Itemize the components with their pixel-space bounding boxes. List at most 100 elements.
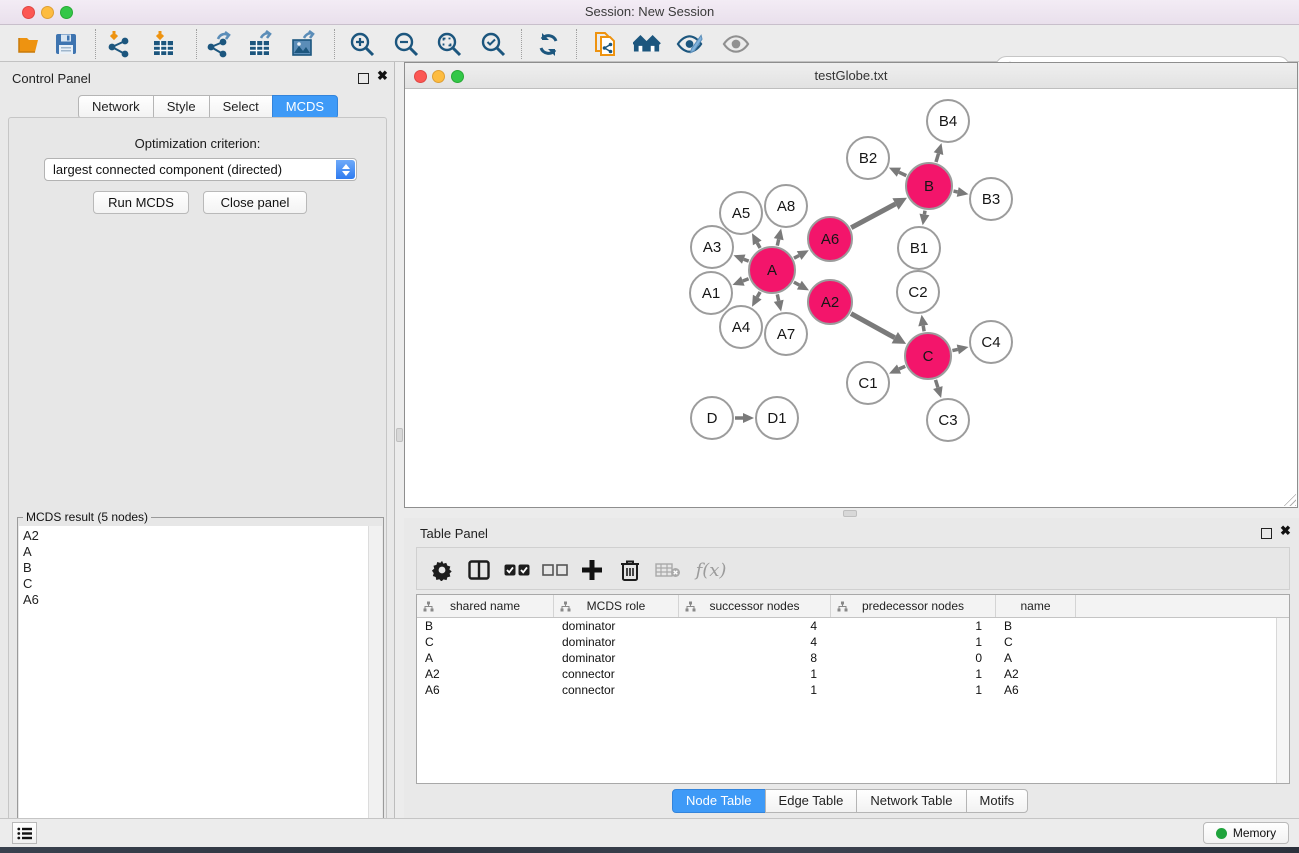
edge-A-A2[interactable] xyxy=(794,282,800,285)
column-header-shared-name[interactable]: shared name xyxy=(417,595,554,617)
tab-network[interactable]: Network xyxy=(78,95,154,119)
edge-A-A3[interactable] xyxy=(744,259,749,261)
network-canvas[interactable]: B4B2BB3A8A5A6B1A3AA1C2A2A4A7C4CC1C3DD1 xyxy=(405,89,1297,507)
refresh-icon[interactable] xyxy=(534,30,562,58)
tab-motifs[interactable]: Motifs xyxy=(966,789,1029,813)
run-mcds-button[interactable]: Run MCDS xyxy=(93,191,189,214)
table-row[interactable]: A6connector11A6 xyxy=(417,682,1289,698)
control-panel-title: Control Panel xyxy=(12,71,91,86)
edge-B-B3[interactable] xyxy=(954,191,958,192)
edge-B-B2[interactable] xyxy=(899,172,906,175)
add-column-icon[interactable] xyxy=(577,555,607,585)
delete-table-icon[interactable] xyxy=(653,555,683,585)
node-label-C1: C1 xyxy=(858,375,877,392)
float-panel-icon[interactable] xyxy=(358,73,369,84)
tab-node-table[interactable]: Node Table xyxy=(672,789,766,813)
edge-C-C4[interactable] xyxy=(952,349,957,350)
edge-arrowhead-icon xyxy=(733,276,745,285)
table-row[interactable]: Cdominator41C xyxy=(417,634,1289,650)
close-table-panel-icon[interactable]: ✖ xyxy=(1280,524,1291,538)
table-header-row: shared nameMCDS rolesuccessor nodesprede… xyxy=(417,595,1289,618)
zoom-in-icon[interactable] xyxy=(348,30,376,58)
edge-B-B1[interactable] xyxy=(924,211,925,215)
node-label-C4: C4 xyxy=(981,334,1000,351)
column-type-icon xyxy=(560,601,571,612)
show-panel-eye-icon[interactable] xyxy=(722,30,750,58)
column-header-name[interactable]: name xyxy=(996,595,1076,617)
open-session-icon[interactable] xyxy=(16,30,44,58)
edge-A6-B[interactable] xyxy=(851,204,895,228)
vertical-splitter-grip[interactable] xyxy=(396,428,403,442)
column-header-predecessor-nodes[interactable]: predecessor nodes xyxy=(831,595,996,617)
close-panel-button[interactable]: Close panel xyxy=(203,191,307,214)
edge-A-A8[interactable] xyxy=(777,239,778,245)
deselect-all-columns-icon[interactable] xyxy=(540,555,570,585)
hide-panel-eye-pen-icon[interactable] xyxy=(676,30,704,58)
network-from-document-icon[interactable] xyxy=(592,30,620,58)
mcds-result-title: MCDS result (5 nodes) xyxy=(23,510,151,524)
edge-C-C1[interactable] xyxy=(899,366,905,369)
edge-B-B4[interactable] xyxy=(936,154,939,162)
export-image-icon[interactable] xyxy=(290,30,318,58)
network-window-titlebar[interactable]: testGlobe.txt xyxy=(405,63,1297,89)
optimization-criterion-label: Optimization criterion: xyxy=(9,136,386,151)
table-row[interactable]: Bdominator41B xyxy=(417,618,1289,634)
mcds-result-item[interactable]: A xyxy=(23,544,382,560)
split-panel-icon[interactable] xyxy=(464,555,494,585)
network-view-window: testGlobe.txt B4B2BB3A8A5A6B1A3AA1C2A2A4… xyxy=(404,62,1298,508)
mcds-result-list[interactable]: A2ABCA6 xyxy=(19,526,382,853)
tab-style[interactable]: Style xyxy=(153,95,210,119)
edge-C-C3[interactable] xyxy=(936,380,938,388)
table-cell: 1 xyxy=(831,635,996,649)
table-tabs: Node TableEdge TableNetwork TableMotifs xyxy=(672,789,1028,813)
tab-edge-table[interactable]: Edge Table xyxy=(765,789,858,813)
zoom-fit-icon[interactable] xyxy=(435,30,463,58)
column-header-MCDS-role[interactable]: MCDS role xyxy=(554,595,679,617)
zoom-selected-icon[interactable] xyxy=(479,30,507,58)
horizontal-splitter-grip[interactable] xyxy=(843,510,857,517)
edge-A-A7[interactable] xyxy=(777,294,778,300)
export-table-icon[interactable] xyxy=(247,30,275,58)
save-session-icon[interactable] xyxy=(52,30,80,58)
mcds-result-scrollbar[interactable] xyxy=(368,526,382,853)
function-builder-icon[interactable]: f(x) xyxy=(689,555,733,585)
column-header-successor-nodes[interactable]: successor nodes xyxy=(679,595,831,617)
table-row[interactable]: Adominator80A xyxy=(417,650,1289,666)
float-table-panel-icon[interactable] xyxy=(1261,528,1272,539)
tab-network-table[interactable]: Network Table xyxy=(856,789,966,813)
mcds-result-item[interactable]: A2 xyxy=(23,528,382,544)
select-all-columns-icon[interactable] xyxy=(502,555,532,585)
table-settings-gear-icon[interactable] xyxy=(427,555,457,585)
node-label-C2: C2 xyxy=(908,284,927,301)
edge-A-A6[interactable] xyxy=(794,256,799,259)
node-label-A3: A3 xyxy=(703,239,721,256)
import-network-icon[interactable] xyxy=(106,30,134,58)
zoom-out-icon[interactable] xyxy=(392,30,420,58)
table-scrollbar[interactable] xyxy=(1276,618,1289,783)
home-layout-icon[interactable] xyxy=(633,30,661,58)
memory-button[interactable]: Memory xyxy=(1203,822,1289,844)
table-cell: 1 xyxy=(679,667,831,681)
criterion-dropdown[interactable]: largest connected component (directed) xyxy=(44,158,357,181)
export-network-icon[interactable] xyxy=(205,30,233,58)
toolbar-separator xyxy=(334,29,335,59)
close-panel-icon[interactable]: ✖ xyxy=(377,69,388,83)
mcds-result-item[interactable]: B xyxy=(23,560,382,576)
table-cell: dominator xyxy=(554,651,679,665)
node-label-C3: C3 xyxy=(938,412,957,429)
application-window: Session: New Session xyxy=(0,0,1299,853)
mcds-result-item[interactable]: A6 xyxy=(23,592,382,608)
table-row[interactable]: A2connector11A2 xyxy=(417,666,1289,682)
edge-A-A5[interactable] xyxy=(757,243,760,248)
edge-A2-C[interactable] xyxy=(851,314,895,338)
mcds-result-item[interactable]: C xyxy=(23,576,382,592)
edge-A-A1[interactable] xyxy=(743,279,749,281)
edge-A-A4[interactable] xyxy=(757,292,760,297)
table-cell: connector xyxy=(554,667,679,681)
delete-columns-trash-icon[interactable] xyxy=(615,555,645,585)
tab-select[interactable]: Select xyxy=(209,95,273,119)
edge-C-C2[interactable] xyxy=(923,326,924,332)
tab-mcds[interactable]: MCDS xyxy=(272,95,338,119)
import-table-icon[interactable] xyxy=(151,30,179,58)
task-history-list-icon[interactable] xyxy=(12,822,37,844)
